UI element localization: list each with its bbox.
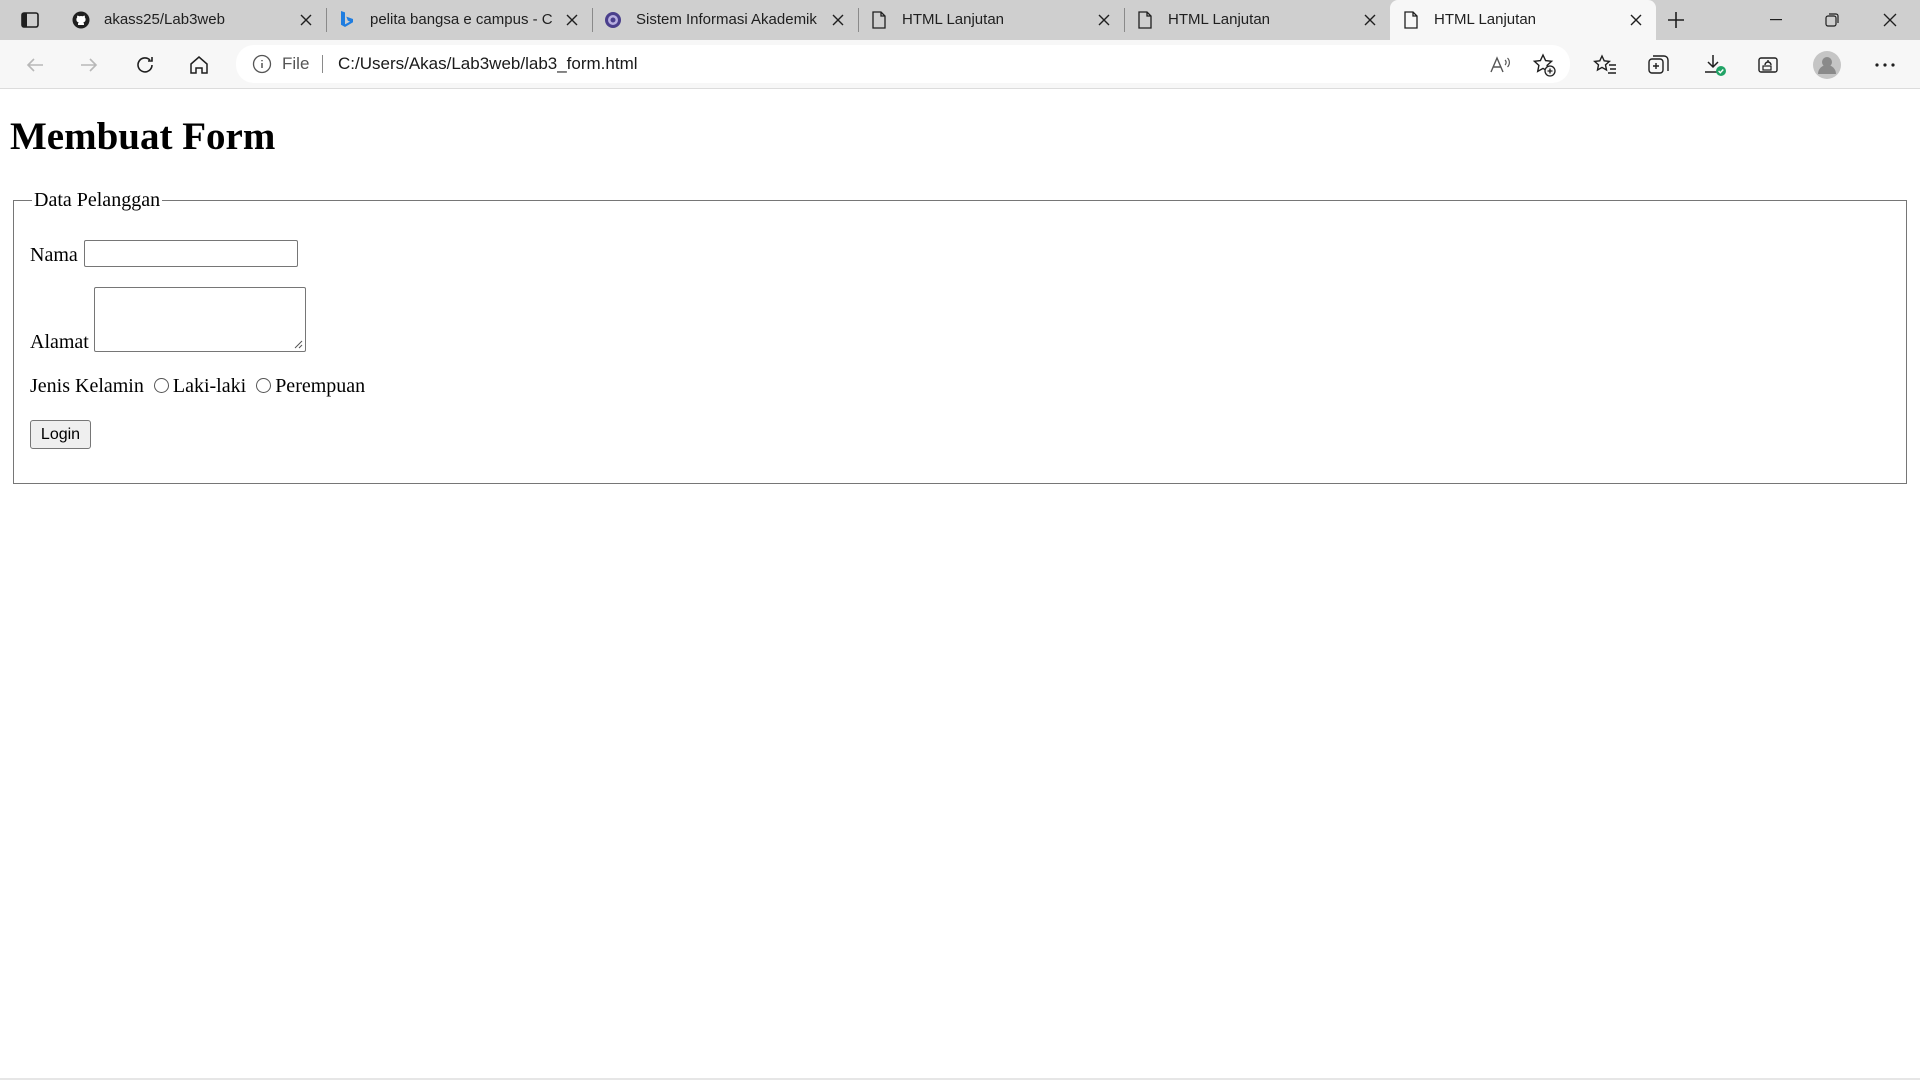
page-content: Membuat Form Data Pelanggan Nama Alamat … — [0, 90, 1920, 1080]
tab-strip: akass25/Lab3web pelita bangsa e campus -… — [0, 0, 1920, 40]
gender-row: Jenis Kelamin Laki-laki Perempuan — [30, 375, 365, 398]
github-icon — [72, 11, 90, 29]
nama-row: Nama — [30, 240, 298, 267]
forward-button[interactable] — [74, 50, 104, 80]
tab-actions-button[interactable] — [14, 6, 46, 34]
tab-title: HTML Lanjutan — [902, 11, 1004, 28]
favorites-button[interactable] — [1590, 50, 1620, 80]
collections-button[interactable] — [1644, 50, 1674, 80]
avatar-icon — [1813, 51, 1841, 79]
tab-title: Sistem Informasi Akademik — [636, 11, 817, 28]
refresh-button[interactable] — [130, 50, 160, 80]
radio-label-perempuan: Perempuan — [275, 375, 366, 397]
minimize-icon — [1770, 19, 1782, 21]
restore-button[interactable] — [1804, 0, 1860, 40]
document-icon — [1402, 11, 1420, 29]
window-close-button[interactable] — [1862, 0, 1918, 40]
gender-label: Jenis Kelamin — [30, 375, 144, 397]
close-icon[interactable] — [1094, 10, 1114, 30]
document-icon — [870, 11, 888, 29]
tab-title: akass25/Lab3web — [104, 11, 225, 28]
home-icon — [190, 56, 208, 74]
nama-input[interactable] — [83, 240, 298, 267]
tab-siakad[interactable]: Sistem Informasi Akademik — [592, 0, 859, 40]
login-button[interactable]: Login — [30, 420, 91, 449]
page-heading: Membuat Form — [10, 115, 276, 158]
tab-html-lanjutan-1[interactable]: HTML Lanjutan — [858, 0, 1125, 40]
tab-bing[interactable]: pelita bangsa e campus - C — [326, 0, 593, 40]
close-icon[interactable] — [296, 10, 316, 30]
downloads-button[interactable] — [1700, 50, 1730, 80]
minimize-button[interactable] — [1748, 0, 1804, 40]
alamat-textarea[interactable] — [93, 287, 306, 352]
close-icon[interactable] — [1626, 10, 1646, 30]
site-info-icon[interactable] — [252, 54, 272, 74]
more-icon — [1875, 63, 1895, 67]
back-arrow-icon — [26, 58, 43, 72]
address-bar[interactable]: File C:/Users/Akas/Lab3web/lab3_form.htm… — [236, 45, 1570, 83]
refresh-icon — [137, 57, 153, 73]
add-favorite-icon[interactable] — [1532, 53, 1556, 77]
favorites-icon — [1593, 54, 1616, 74]
collections-icon — [1648, 55, 1669, 74]
settings-more-button[interactable] — [1870, 50, 1900, 80]
fieldset-legend: Data Pelanggan — [32, 189, 163, 212]
profile-button[interactable] — [1812, 50, 1842, 80]
resize-grip-icon[interactable] — [294, 340, 303, 349]
restore-icon — [1825, 13, 1839, 27]
radio-label-laki-laki: Laki-laki — [172, 375, 247, 397]
address-scheme: File — [282, 54, 310, 73]
tab-title: pelita bangsa e campus - C — [370, 11, 552, 28]
close-icon[interactable] — [828, 10, 848, 30]
browser-toolbar: File C:/Users/Akas/Lab3web/lab3_form.htm… — [0, 40, 1920, 89]
read-aloud-icon[interactable] — [1488, 53, 1512, 77]
new-tab-button[interactable] — [1660, 6, 1692, 34]
radio-laki-laki[interactable] — [153, 378, 169, 393]
tab-github[interactable]: akass25/Lab3web — [60, 0, 327, 40]
address-divider — [322, 55, 323, 73]
browser-essentials-button[interactable] — [1754, 50, 1784, 80]
address-url[interactable]: C:/Users/Akas/Lab3web/lab3_form.html — [338, 54, 638, 74]
document-icon — [1136, 11, 1154, 29]
nama-label: Nama — [30, 244, 78, 266]
university-logo-icon — [604, 11, 622, 29]
back-button[interactable] — [20, 50, 50, 80]
tab-html-lanjutan-active[interactable]: HTML Lanjutan — [1390, 0, 1656, 40]
plus-icon — [1668, 12, 1684, 28]
tab-html-lanjutan-2[interactable]: HTML Lanjutan — [1124, 0, 1390, 40]
alamat-row: Alamat — [30, 287, 306, 353]
close-icon[interactable] — [1360, 10, 1380, 30]
home-button[interactable] — [184, 50, 214, 80]
tab-actions-icon — [21, 12, 39, 28]
screen-share-icon — [1758, 57, 1778, 73]
bing-icon — [338, 11, 356, 29]
download-icon — [1705, 55, 1726, 76]
close-icon — [1883, 13, 1897, 27]
forward-arrow-icon — [81, 58, 98, 72]
alamat-label: Alamat — [30, 331, 89, 353]
close-icon[interactable] — [562, 10, 582, 30]
tab-title: HTML Lanjutan — [1434, 11, 1536, 28]
radio-perempuan[interactable] — [256, 378, 272, 393]
tab-title: HTML Lanjutan — [1168, 11, 1270, 28]
